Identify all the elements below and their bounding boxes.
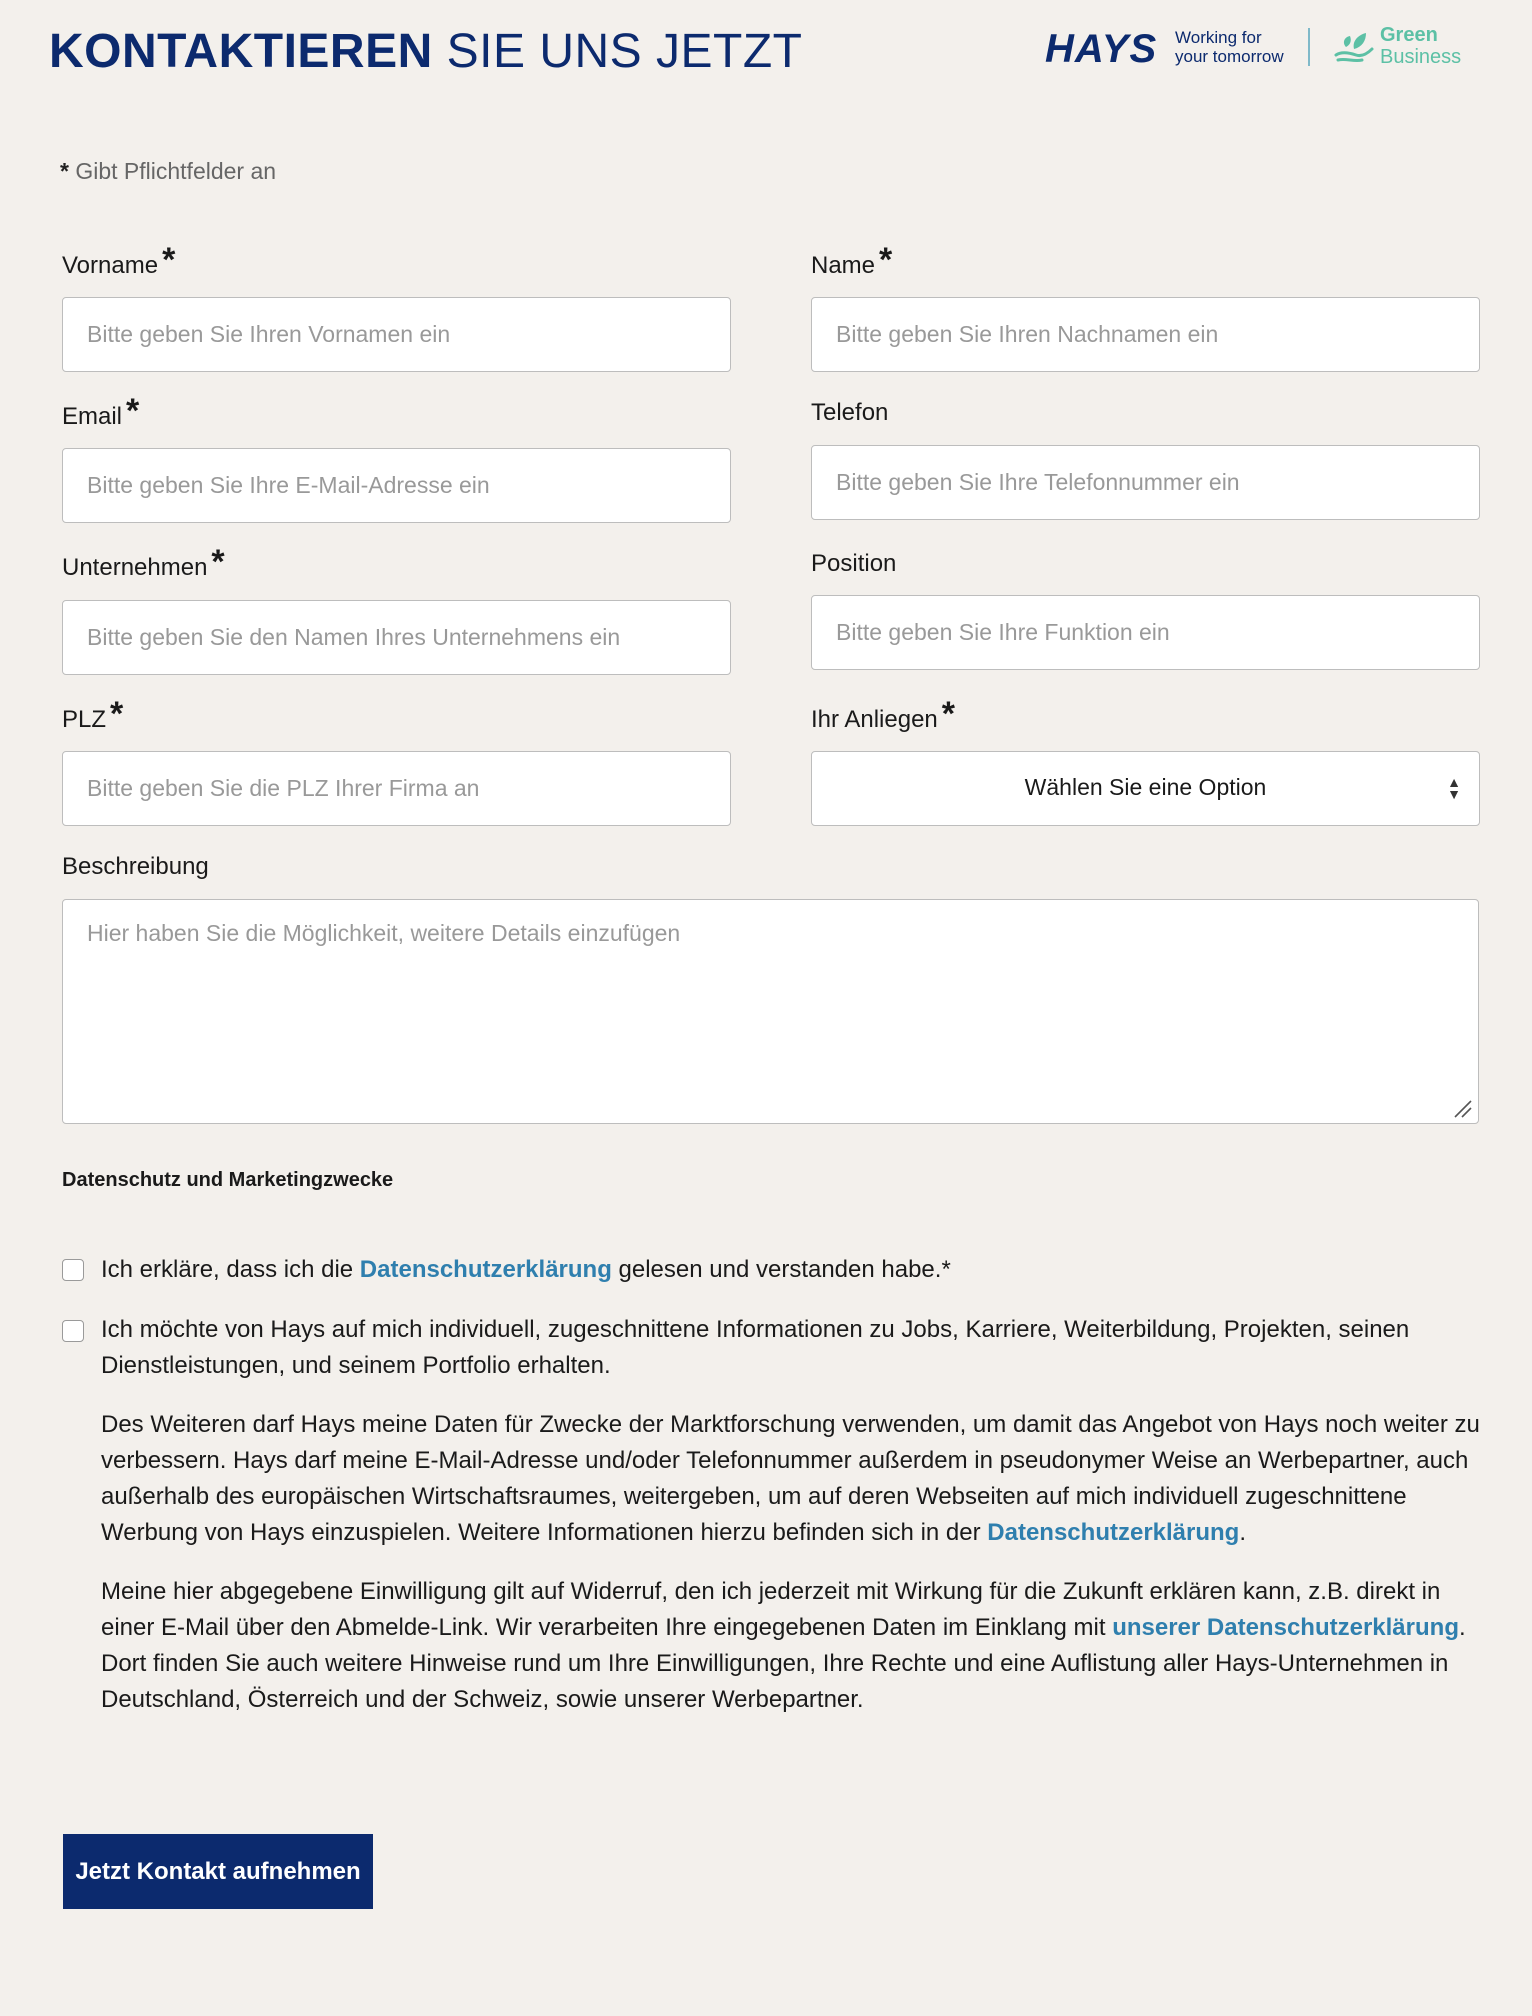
privacy-consent-text: Ich erkläre, dass ich die Datenschutzerk… [101,1252,1481,1288]
email-input[interactable] [62,448,731,523]
green-business-label: Green Business [1380,24,1461,68]
required-note-text: Gibt Pflichtfelder an [75,158,277,184]
withdrawal-paragraph: Meine hier abgegebene Einwilligung gilt … [101,1574,1491,1718]
para1-after: . [1239,1519,1247,1546]
required-marker: * [110,695,124,733]
page-title: KONTAKTIEREN SIE UNS JETZT [49,22,802,82]
consent1-after: gelesen und verstanden habe.* [611,1256,951,1283]
label-telefon: Telefon [811,398,888,428]
marketing-consent-checkbox[interactable] [62,1320,84,1342]
hays-tagline: Working for your tomorrow [1175,28,1284,66]
hays-logo[interactable]: HAYS [1045,27,1157,71]
label-unternehmen-text: Unternehmen [62,554,208,581]
required-asterisk: * [60,158,69,184]
unternehmen-input[interactable] [62,600,731,675]
green-line2: Business [1380,46,1462,68]
green-leaf-hand-icon [1334,33,1374,63]
marketing-details-paragraph: Des Weiteren darf Hays meine Daten für Z… [101,1407,1491,1551]
consent1-before: Ich erkläre, dass ich die [101,1256,360,1283]
required-marker: * [162,241,176,279]
nachname-input[interactable] [811,297,1480,372]
privacy-consent-checkbox[interactable] [62,1259,84,1281]
marketing-consent-text: Ich möchte von Hays auf mich individuell… [101,1316,1410,1379]
label-email: Email * [62,394,139,432]
label-position-text: Position [811,550,897,577]
label-name-text: Name [811,252,876,279]
position-input[interactable] [811,595,1480,670]
title-light: SIE UNS JETZT [446,25,803,78]
label-beschreibung-text: Beschreibung [62,853,209,880]
label-vorname-text: Vorname [62,252,159,279]
privacy-policy-link-3[interactable]: unserer Datenschutzerklärung [1112,1614,1459,1641]
green-line1: Green [1380,24,1438,46]
beschreibung-textarea[interactable] [62,899,1479,1124]
privacy-policy-link-2[interactable]: Datenschutzerklärung [987,1519,1239,1546]
label-plz-text: PLZ [62,706,107,733]
label-beschreibung: Beschreibung [62,852,209,882]
label-email-text: Email [62,403,123,430]
submit-contact-button[interactable]: Jetzt Kontakt aufnehmen [63,1834,373,1909]
title-bold: KONTAKTIEREN [49,25,433,78]
label-telefon-text: Telefon [811,399,889,426]
required-note: * Gibt Pflichtfelder an [60,158,276,185]
resize-handle-icon[interactable] [1451,1097,1473,1119]
label-name: Name * [811,243,892,281]
privacy-heading: Datenschutz und Marketingzwecke [62,1169,394,1191]
required-marker: * [879,241,893,279]
label-vorname: Vorname * [62,243,175,281]
label-unternehmen: Unternehmen * [62,545,225,583]
para1-text: Des Weiteren darf Hays meine Daten für Z… [101,1411,1480,1546]
anliegen-select[interactable]: Wählen Sie eine Option ▲ ▼ [811,751,1480,826]
required-marker: * [211,543,225,581]
required-marker: * [126,392,140,430]
telefon-input[interactable] [811,445,1480,520]
logo-divider [1308,28,1310,66]
privacy-policy-link[interactable]: Datenschutzerklärung [360,1256,612,1283]
vorname-input[interactable] [62,297,731,372]
plz-input[interactable] [62,751,731,826]
label-anliegen-text: Ihr Anliegen [811,706,938,733]
page-header: KONTAKTIEREN SIE UNS JETZT HAYS Working … [0,0,1532,100]
tagline-line1: Working for [1175,28,1262,47]
required-marker: * [941,695,955,733]
label-anliegen: Ihr Anliegen * [811,697,955,735]
tagline-line2: your tomorrow [1175,47,1284,66]
label-plz: PLZ * [62,697,123,735]
label-position: Position [811,549,896,579]
updown-chevron-icon: ▲ ▼ [1447,774,1461,802]
anliegen-selected-value: Wählen Sie eine Option [1024,774,1267,800]
